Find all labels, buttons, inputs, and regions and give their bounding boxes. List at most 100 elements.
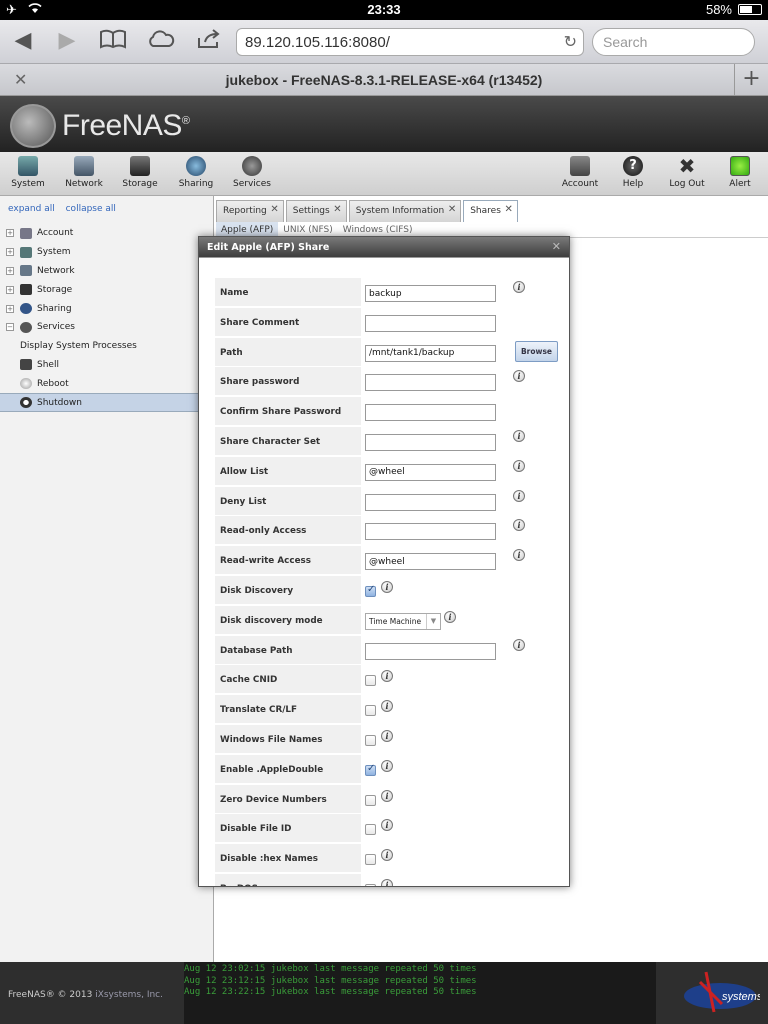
close-icon[interactable]: ✕: [333, 204, 341, 215]
nav-help-label: Help: [622, 179, 644, 189]
disable-hex-names-checkbox[interactable]: [365, 854, 376, 866]
share-comment-input[interactable]: [365, 314, 496, 332]
tree-item-services[interactable]: − Services: [0, 318, 214, 337]
info-icon[interactable]: i: [381, 789, 393, 802]
tree-item-shell[interactable]: Shell: [0, 356, 214, 375]
info-icon[interactable]: i: [513, 489, 525, 502]
cache-cnid-checkbox[interactable]: [365, 675, 376, 687]
nav-help[interactable]: ? Help: [605, 156, 661, 189]
enable-appledouble-checkbox[interactable]: [365, 763, 376, 776]
nav-sharing[interactable]: Sharing: [168, 156, 224, 189]
info-icon[interactable]: i: [513, 638, 525, 651]
path-input[interactable]: [365, 344, 496, 362]
info-icon[interactable]: i: [513, 459, 525, 472]
expand-toggle-icon[interactable]: +: [6, 285, 14, 294]
browse-button[interactable]: Browse: [515, 340, 558, 362]
tab-settings[interactable]: Settings ✕: [285, 200, 347, 222]
windows-file-names-checkbox[interactable]: [365, 735, 376, 746]
tree-item-shutdown[interactable]: Shutdown: [0, 393, 214, 412]
subtab-nfs[interactable]: UNIX (NFS): [278, 222, 338, 237]
deny-list-input[interactable]: [365, 493, 496, 511]
database-path-input[interactable]: [365, 642, 496, 660]
info-icon[interactable]: i: [513, 281, 525, 293]
dialog-title: Edit Apple (AFP) Share: [199, 237, 569, 257]
close-icon[interactable]: ✕: [505, 204, 513, 215]
field-label: Allow List: [215, 456, 361, 485]
browser-tab-bar: ✕ jukebox - FreeNAS-8.3.1-RELEASE-x64 (r…: [0, 64, 768, 96]
nav-logout-label: Log Out: [669, 179, 705, 189]
disk-discovery-checkbox[interactable]: [365, 584, 376, 597]
tab-title[interactable]: jukebox - FreeNAS-8.3.1-RELEASE-x64 (r13…: [0, 72, 768, 88]
read-write-access-input[interactable]: [365, 553, 496, 571]
info-icon[interactable]: i: [381, 700, 393, 713]
tree-item-account[interactable]: + Account: [0, 224, 214, 243]
share-password-input[interactable]: [365, 374, 496, 392]
tree-item-sharing[interactable]: + Sharing: [0, 299, 214, 318]
nav-alert[interactable]: Alert: [712, 156, 768, 189]
tree-item-display-system-processes[interactable]: Display System Processes: [0, 337, 214, 356]
forward-arrow-icon[interactable]: ▶: [52, 28, 82, 54]
info-icon[interactable]: i: [381, 849, 393, 862]
new-tab-icon[interactable]: +: [734, 64, 768, 96]
nav-services[interactable]: Services: [224, 156, 280, 189]
info-icon[interactable]: i: [381, 670, 393, 683]
name-input[interactable]: [365, 285, 496, 302]
collapse-toggle-icon[interactable]: −: [6, 323, 14, 332]
disable-file-id-checkbox[interactable]: [365, 824, 376, 836]
select-value: Time Machine: [369, 616, 422, 626]
nav-storage[interactable]: Storage: [112, 156, 168, 189]
account-icon: [20, 227, 32, 239]
prodos-checkbox[interactable]: [365, 884, 376, 886]
tree-item-system[interactable]: + System: [0, 243, 214, 262]
expand-toggle-icon[interactable]: +: [6, 229, 14, 238]
close-icon[interactable]: ✕: [270, 204, 278, 215]
info-icon[interactable]: i: [381, 819, 393, 832]
dialog-close-icon[interactable]: ✕: [552, 240, 561, 253]
tab-shares[interactable]: Shares ✕: [463, 200, 518, 222]
tree-item-storage[interactable]: + Storage: [0, 280, 214, 299]
tree-item-network[interactable]: + Network: [0, 262, 214, 281]
nav-account[interactable]: Account: [552, 156, 608, 189]
info-icon[interactable]: i: [381, 730, 393, 742]
tab-system-information[interactable]: System Information ✕: [348, 200, 462, 222]
company-link[interactable]: iXsystems, Inc.: [95, 990, 163, 1000]
expand-toggle-icon[interactable]: +: [6, 304, 14, 313]
tree-item-reboot[interactable]: Reboot: [0, 374, 214, 393]
nav-logout[interactable]: ✖ Log Out: [659, 156, 715, 189]
back-arrow-icon[interactable]: ◀: [8, 28, 38, 54]
close-icon[interactable]: ✕: [448, 204, 456, 215]
zero-device-numbers-checkbox[interactable]: [365, 794, 376, 806]
read-only-access-input[interactable]: [365, 523, 496, 541]
nav-system[interactable]: System: [0, 156, 56, 189]
info-icon[interactable]: i: [381, 879, 393, 886]
info-icon[interactable]: i: [513, 549, 525, 562]
icloud-tabs-icon[interactable]: [146, 28, 176, 54]
system-icon: [20, 246, 32, 258]
nav-network[interactable]: Network: [56, 156, 112, 189]
info-icon[interactable]: i: [381, 759, 393, 772]
collapse-all-link[interactable]: collapse all: [66, 204, 116, 214]
info-icon[interactable]: i: [513, 519, 525, 532]
confirm-share-password-input[interactable]: [365, 404, 496, 422]
field-label: Disk discovery mode: [215, 605, 361, 634]
info-icon[interactable]: i: [513, 430, 525, 442]
info-icon[interactable]: i: [444, 610, 456, 623]
tab-reporting[interactable]: Reporting ✕: [216, 200, 284, 222]
subtab-afp[interactable]: Apple (AFP): [216, 222, 279, 237]
disk-discovery-mode-select[interactable]: Time Machine ▼: [365, 612, 441, 630]
bookmarks-book-icon[interactable]: [98, 28, 128, 54]
expand-all-link[interactable]: expand all: [8, 204, 55, 214]
subtab-cifs[interactable]: Windows (CIFS): [338, 222, 418, 237]
allow-list-input[interactable]: [365, 463, 496, 481]
translate-cr-lf-checkbox[interactable]: [365, 705, 376, 717]
info-icon[interactable]: i: [513, 370, 525, 383]
expand-toggle-icon[interactable]: +: [6, 266, 14, 275]
url-field[interactable]: 89.120.105.116:8080/ ↻: [236, 28, 584, 56]
info-icon[interactable]: i: [381, 581, 393, 593]
share-character-set-input[interactable]: [365, 434, 496, 451]
share-icon[interactable]: [194, 28, 224, 54]
expand-toggle-icon[interactable]: +: [6, 248, 14, 257]
chevron-down-icon[interactable]: ▼: [426, 613, 440, 629]
reload-icon[interactable]: ↻: [564, 32, 577, 52]
search-input[interactable]: [592, 28, 755, 56]
